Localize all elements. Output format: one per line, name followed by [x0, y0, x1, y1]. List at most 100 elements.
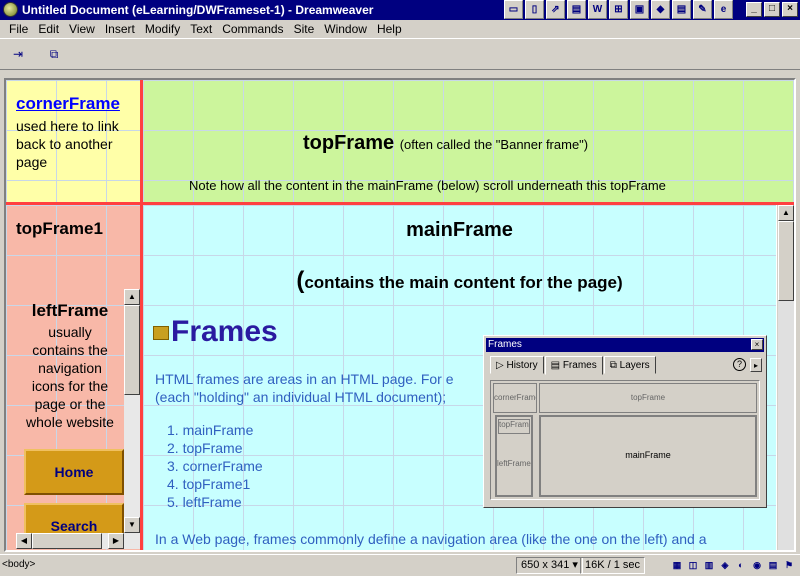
- left-line-5: page or the: [34, 396, 106, 412]
- map-left-column[interactable]: topFrame1 leftFrame: [495, 415, 533, 497]
- title-bar[interactable]: Untitled Document (eLearning/DWFrameset-…: [0, 0, 800, 20]
- map-main-frame[interactable]: mainFrame: [539, 415, 757, 497]
- hscroll-thumb[interactable]: [32, 533, 102, 549]
- left-frame-description: usually contains the navigation icons fo…: [16, 323, 124, 431]
- close-button[interactable]: ×: [782, 2, 798, 17]
- menu-edit[interactable]: Edit: [33, 20, 64, 38]
- scroll-right-icon[interactable]: ▶: [108, 533, 124, 549]
- frames-panel[interactable]: Frames × ▷ History ▤ Frames ⧉ Layers ? ▸…: [483, 335, 767, 508]
- menu-modify[interactable]: Modify: [140, 20, 185, 38]
- frames-list: 1. mainFrame 2. topFrame 3. cornerFrame …: [167, 421, 263, 511]
- frames-panel-titlebar[interactable]: Frames ×: [486, 338, 764, 352]
- map-left-frame[interactable]: leftFrame: [497, 459, 531, 468]
- window-controls: _ □ ×: [746, 2, 798, 17]
- status-library-icon[interactable]: ◫: [686, 558, 700, 572]
- app-icon[interactable]: [3, 2, 18, 17]
- frames-section-heading: Frames: [153, 315, 278, 349]
- list-item: 3. cornerFrame: [167, 458, 263, 474]
- toolbar: ⇥ ⧉: [0, 38, 800, 70]
- window-size-dropdown[interactable]: 650 x 341 ▾: [516, 557, 583, 574]
- main-frame-heading: mainFrame: [406, 219, 513, 241]
- launcher-site-icon[interactable]: ▭: [504, 0, 523, 19]
- nav-search-button[interactable]: Search: [24, 503, 124, 533]
- list-item: 5. leftFrame: [167, 494, 242, 510]
- main-frame-vscroll[interactable]: ▲: [777, 205, 794, 550]
- menu-insert[interactable]: Insert: [100, 20, 140, 38]
- status-bar: <body> 650 x 341 ▾ 16K / 1 sec ▦ ◫ ▥ ◈ ◐…: [0, 554, 800, 576]
- left-frame-vscroll[interactable]: ▲ ▼: [124, 289, 140, 533]
- launcher-css-icon[interactable]: ▤: [567, 0, 586, 19]
- frames-panel-title: Frames: [488, 339, 522, 350]
- left-line-1: usually: [48, 324, 92, 340]
- corner-frame-link[interactable]: cornerFrame: [16, 94, 120, 114]
- tab-history-label: History: [506, 360, 538, 371]
- corner-frame[interactable]: cornerFrame used here to link back to an…: [6, 80, 143, 205]
- tab-history[interactable]: ▷ History: [490, 356, 544, 374]
- launcher-word-icon[interactable]: W: [588, 0, 607, 19]
- minimize-button[interactable]: _: [746, 2, 762, 17]
- scroll-thumb[interactable]: [124, 305, 140, 395]
- tag-selector[interactable]: <body>: [2, 559, 35, 570]
- left-line-6: whole website: [26, 414, 114, 430]
- tab-frames-label: Frames: [562, 360, 597, 371]
- anchor-icon[interactable]: [153, 326, 169, 341]
- status-css-icon[interactable]: ◈: [718, 558, 732, 572]
- left-frame-hscroll[interactable]: ◀ ▶: [16, 533, 140, 549]
- panel-options-arrow-icon[interactable]: ▸: [750, 358, 762, 372]
- help-icon[interactable]: ?: [733, 358, 746, 371]
- main-scroll-up-icon[interactable]: ▲: [778, 205, 794, 221]
- menu-help[interactable]: Help: [372, 20, 407, 38]
- main-scroll-thumb[interactable]: [778, 221, 794, 301]
- status-timelines-icon[interactable]: ▤: [766, 558, 780, 572]
- status-code-icon[interactable]: ⚑: [782, 558, 796, 572]
- left-line-2: contains the: [32, 342, 108, 358]
- launcher-open-icon[interactable]: ⇗: [546, 0, 565, 19]
- scroll-down-icon[interactable]: ▼: [124, 517, 140, 533]
- corner-line-1: used here to link: [16, 118, 119, 134]
- show-code-icon[interactable]: ⇥: [8, 45, 28, 63]
- launcher-timelines-icon[interactable]: ◆: [651, 0, 670, 19]
- maximize-button[interactable]: □: [764, 2, 780, 17]
- launcher-code-icon[interactable]: ▤: [672, 0, 691, 19]
- launcher-history-icon[interactable]: ▣: [630, 0, 649, 19]
- menu-view[interactable]: View: [64, 20, 100, 38]
- launcher-assets-icon[interactable]: ▯: [525, 0, 544, 19]
- corner-frame-description: used here to link back to another page: [16, 117, 141, 171]
- status-history-icon[interactable]: ◉: [750, 558, 764, 572]
- scroll-up-icon[interactable]: ▲: [124, 289, 140, 305]
- launcher-browser-icon[interactable]: e: [714, 0, 733, 19]
- frames-panel-close-button[interactable]: ×: [751, 339, 763, 350]
- status-site-icon[interactable]: ▦: [670, 558, 684, 572]
- menu-file[interactable]: File: [4, 20, 33, 38]
- tab-frames[interactable]: ▤ Frames: [544, 356, 603, 375]
- launcher-bar: ▭ ▯ ⇗ ▤ W ⊞ ▣ ◆ ▤ ✎ e: [504, 0, 733, 20]
- frames-map: cornerFrame topFrame topFrame1 leftFrame…: [490, 380, 760, 500]
- nav-home-button[interactable]: Home: [24, 449, 124, 495]
- menu-site[interactable]: Site: [289, 20, 320, 38]
- left-column[interactable]: topFrame1 leftFrame usually contains the…: [6, 205, 143, 550]
- scroll-left-icon[interactable]: ◀: [16, 533, 32, 549]
- status-behaviors-icon[interactable]: ◐: [734, 558, 748, 572]
- panel-tabs: ▷ History ▤ Frames ⧉ Layers: [490, 356, 657, 375]
- top-frame-note-inline: (often called the "Banner frame"): [399, 137, 589, 152]
- top-frame[interactable]: topFrame (often called the "Banner frame…: [143, 80, 794, 205]
- show-design-icon[interactable]: ⧉: [44, 45, 64, 63]
- tab-layers[interactable]: ⧉ Layers: [603, 356, 656, 374]
- status-html-icon[interactable]: ▥: [702, 558, 716, 572]
- menu-commands[interactable]: Commands: [217, 20, 288, 38]
- left-line-4: icons for the: [31, 378, 109, 394]
- map-top-frame1[interactable]: topFrame1: [498, 419, 530, 434]
- top-frame-heading: topFrame (often called the "Banner frame…: [303, 132, 588, 155]
- menu-window[interactable]: Window: [319, 20, 372, 38]
- launcher-library-icon[interactable]: ✎: [693, 0, 712, 19]
- map-top-frame[interactable]: topFrame: [539, 383, 757, 413]
- left-frame[interactable]: leftFrame usually contains the navigatio…: [16, 289, 140, 533]
- map-corner-frame[interactable]: cornerFrame: [493, 383, 537, 413]
- launcher-behaviors-icon[interactable]: ⊞: [609, 0, 628, 19]
- menu-text[interactable]: Text: [185, 20, 217, 38]
- main-frame-subtext: contains the main content for the page): [304, 273, 623, 292]
- left-line-3: navigation: [38, 360, 102, 376]
- corner-line-3: page: [16, 154, 48, 170]
- window-title: Untitled Document (eLearning/DWFrameset-…: [22, 3, 374, 17]
- tab-layers-label: Layers: [619, 360, 650, 371]
